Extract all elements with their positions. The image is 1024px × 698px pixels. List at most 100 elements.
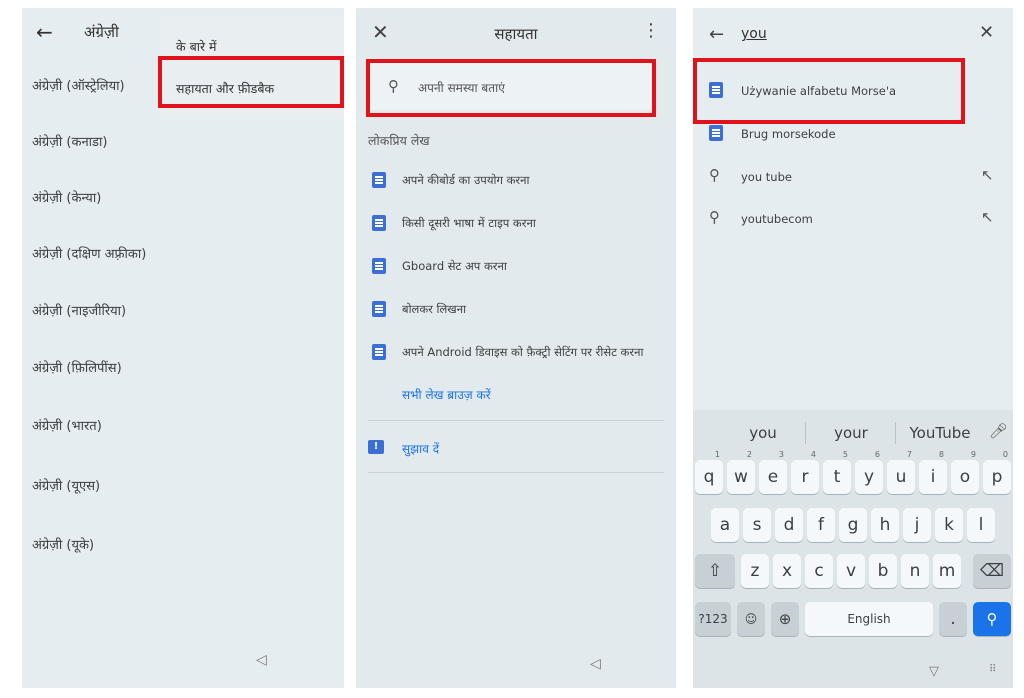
page-title: अंग्रेज़ी bbox=[84, 23, 119, 41]
key-label: s bbox=[752, 515, 762, 535]
key-label: d bbox=[783, 515, 795, 535]
search-query-input[interactable]: you bbox=[741, 26, 767, 42]
key-y[interactable]: y6 bbox=[855, 451, 883, 494]
document-icon bbox=[372, 172, 386, 188]
feedback-icon: ! bbox=[368, 440, 384, 454]
key-label: c bbox=[814, 561, 824, 581]
article-item[interactable]: अपने Android डिवाइस को फ़ैक्ट्री सेटिंग … bbox=[372, 342, 672, 366]
language-item[interactable]: अंग्रेज़ी (फ़िलिपींस) bbox=[32, 358, 122, 376]
nav-back-icon[interactable]: ◁ bbox=[256, 652, 267, 668]
language-item[interactable]: अंग्रेज़ी (केन्या) bbox=[32, 188, 101, 206]
language-item[interactable]: अंग्रेज़ी (दक्षिण अफ़्रीका) bbox=[32, 244, 146, 262]
key-x[interactable]: x bbox=[773, 554, 801, 588]
article-item[interactable]: Gboard सेट अप करना bbox=[372, 256, 672, 280]
key-z[interactable]: z bbox=[741, 554, 769, 588]
key-j[interactable]: j bbox=[903, 508, 931, 542]
language-item[interactable]: अंग्रेज़ी (भारत) bbox=[32, 416, 102, 434]
clear-icon[interactable]: ✕ bbox=[979, 22, 994, 43]
key-u[interactable]: u7 bbox=[887, 451, 915, 494]
document-icon bbox=[372, 215, 386, 231]
key-label: t bbox=[833, 467, 841, 487]
key-label: v bbox=[845, 561, 857, 581]
key-s[interactable]: s bbox=[743, 508, 771, 542]
article-label: अपने Android डिवाइस को फ़ैक्ट्री सेटिंग … bbox=[402, 345, 644, 359]
language-item[interactable]: अंग्रेज़ी (यूएस) bbox=[32, 476, 100, 494]
key-label: b bbox=[877, 561, 889, 581]
key-hint: 9 bbox=[970, 450, 976, 459]
key-r[interactable]: r4 bbox=[791, 451, 819, 494]
prediction-chip[interactable]: YouTube bbox=[903, 424, 977, 442]
fill-query-arrow-icon[interactable]: ↖ bbox=[981, 208, 994, 226]
key-h[interactable]: h bbox=[871, 508, 899, 542]
key-w[interactable]: w2 bbox=[727, 451, 755, 494]
article-item[interactable]: बोलकर लिखना bbox=[372, 299, 672, 323]
key-o[interactable]: o9 bbox=[951, 451, 979, 494]
period-key[interactable]: . bbox=[939, 602, 967, 636]
key-c[interactable]: c bbox=[805, 554, 833, 588]
language-item[interactable]: अंग्रेज़ी (नाइजीरिया) bbox=[32, 301, 126, 319]
key-label: f bbox=[818, 515, 824, 535]
key-hint: 7 bbox=[906, 450, 912, 459]
highlight-box bbox=[693, 58, 965, 124]
language-item[interactable]: अंग्रेज़ी (ऑस्ट्रेलिया) bbox=[32, 76, 125, 94]
article-label: अपने कीबोर्ड का उपयोग करना bbox=[402, 173, 530, 187]
help-screen: ✕ सहायता ⋮ ⚲ अपनी समस्या बताएं लोकप्रिय … bbox=[356, 8, 676, 688]
browse-all-articles-link[interactable]: सभी लेख ब्राउज़ करें bbox=[402, 386, 491, 403]
send-feedback-link[interactable]: सुझाव दें bbox=[402, 440, 439, 457]
key-label: k bbox=[944, 515, 954, 535]
key-b[interactable]: b bbox=[869, 554, 897, 588]
hide-keyboard-icon[interactable]: ▽ bbox=[929, 664, 939, 679]
article-item[interactable]: अपने कीबोर्ड का उपयोग करना bbox=[372, 170, 672, 194]
search-result-article[interactable]: Brug morsekode bbox=[709, 123, 1005, 147]
key-l[interactable]: l bbox=[967, 508, 995, 542]
fill-query-arrow-icon[interactable]: ↖ bbox=[981, 166, 994, 184]
key-e[interactable]: e3 bbox=[759, 451, 787, 494]
key-v[interactable]: v bbox=[837, 554, 865, 588]
shift-key[interactable]: ⇧ bbox=[695, 554, 735, 588]
key-label: w bbox=[734, 467, 748, 487]
key-g[interactable]: g bbox=[839, 508, 867, 542]
key-label: a bbox=[719, 515, 731, 535]
key-label: m bbox=[938, 561, 956, 581]
key-hint: 4 bbox=[810, 450, 816, 459]
key-p[interactable]: p0 bbox=[983, 451, 1011, 494]
prediction-chip[interactable]: your bbox=[817, 424, 885, 442]
key-a[interactable]: a bbox=[711, 508, 739, 542]
article-label: Gboard सेट अप करना bbox=[402, 259, 507, 273]
backspace-key[interactable]: ⌫ bbox=[973, 554, 1011, 588]
menu-item-about[interactable]: के बारे में bbox=[176, 38, 217, 55]
key-t[interactable]: t5 bbox=[823, 451, 851, 494]
symbols-key[interactable]: ?123 bbox=[695, 602, 731, 636]
search-suggestion[interactable]: ⚲ youtubecom ↖ bbox=[709, 208, 1005, 232]
key-m[interactable]: m bbox=[933, 554, 961, 588]
key-n[interactable]: n bbox=[901, 554, 929, 588]
more-vert-icon[interactable]: ⋮ bbox=[642, 20, 660, 41]
prediction-chip[interactable]: you bbox=[731, 424, 795, 442]
search-key[interactable]: ⚲ bbox=[973, 602, 1011, 636]
key-d[interactable]: d bbox=[775, 508, 803, 542]
popular-articles-heading: लोकप्रिय लेख bbox=[368, 133, 430, 148]
space-bar[interactable]: English bbox=[805, 602, 933, 636]
language-item[interactable]: अंग्रेज़ी (कनाडा) bbox=[32, 132, 107, 150]
key-i[interactable]: i8 bbox=[919, 451, 947, 494]
back-arrow-icon[interactable]: ← bbox=[36, 20, 53, 44]
key-label: g bbox=[847, 515, 859, 535]
key-f[interactable]: f bbox=[807, 508, 835, 542]
keyboard-grid-icon[interactable]: ⠿ bbox=[989, 664, 996, 675]
key-k[interactable]: k bbox=[935, 508, 963, 542]
language-item[interactable]: अंग्रेज़ी (यूके) bbox=[32, 535, 94, 553]
result-label: Brug morsekode bbox=[741, 127, 836, 141]
article-label: बोलकर लिखना bbox=[402, 302, 467, 316]
divider bbox=[368, 420, 664, 421]
globe-icon[interactable]: ⊕ bbox=[771, 602, 799, 636]
key-q[interactable]: q1 bbox=[695, 451, 723, 494]
search-icon: ⚲ bbox=[709, 166, 720, 184]
emoji-key[interactable]: ☺ bbox=[737, 602, 765, 636]
divider bbox=[895, 422, 896, 444]
article-item[interactable]: किसी दूसरी भाषा में टाइप करना bbox=[372, 213, 672, 237]
nav-back-icon[interactable]: ◁ bbox=[590, 656, 601, 672]
search-suggestion[interactable]: ⚲ you tube ↖ bbox=[709, 166, 1005, 190]
key-label: p bbox=[991, 467, 1003, 487]
back-arrow-icon[interactable]: ← bbox=[709, 24, 724, 45]
microphone-icon[interactable]: 🎤︎ bbox=[989, 422, 1008, 440]
